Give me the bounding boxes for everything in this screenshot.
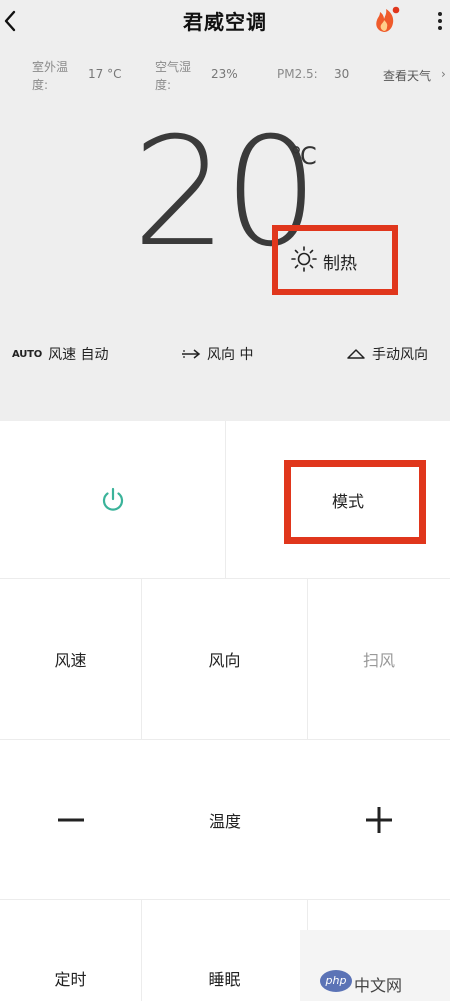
humidity-label: 空气湿度: xyxy=(155,60,192,92)
fire-button[interactable] xyxy=(371,4,401,34)
more-button[interactable] xyxy=(430,8,450,34)
temperature-unit: ℃ xyxy=(290,142,317,170)
power-icon xyxy=(102,487,123,511)
temp-down-button[interactable] xyxy=(0,740,142,900)
pm25-label: PM2.5: xyxy=(277,67,318,81)
sleep-button[interactable]: 睡眠 xyxy=(142,900,308,1001)
temp-up-button[interactable] xyxy=(308,740,450,900)
arrow-right-icon xyxy=(182,349,201,359)
wind-direction-button-label: 风向 xyxy=(208,651,241,670)
timer-button[interactable]: 定时 xyxy=(0,900,142,1001)
manual-direction-status: 手动风向 xyxy=(346,344,428,364)
fan-speed-status: AUTO 风速 自动 xyxy=(12,344,109,364)
sweep-button[interactable]: 扫风 xyxy=(308,579,450,740)
timer-button-label: 定时 xyxy=(54,970,87,989)
manual-direction-text: 手动风向 xyxy=(372,347,428,363)
watermark-text: 中文网 xyxy=(354,976,403,995)
fire-icon xyxy=(376,6,400,32)
manual-direction-icon xyxy=(347,349,365,359)
weather-info-row: 室外温度: 17 °C 空气湿度: 23% PM2.5: 30 查看天气 › xyxy=(0,58,450,94)
temperature-button-label: 温度 xyxy=(208,811,241,831)
fan-speed-button[interactable]: 风速 xyxy=(0,579,142,740)
wind-direction-text: 风向 中 xyxy=(207,347,254,363)
wind-direction-status: 风向 中 xyxy=(181,344,253,364)
temperature-label-cell: 温度 xyxy=(142,740,308,900)
power-button[interactable] xyxy=(0,421,226,579)
outdoor-temp-value: 17 °C xyxy=(88,67,122,81)
outdoor-temp-label: 室外温度: xyxy=(32,60,69,92)
wind-direction-button[interactable]: 风向 xyxy=(142,579,308,740)
minus-icon xyxy=(58,818,84,821)
sweep-button-label: 扫风 xyxy=(362,651,395,670)
humidity-value: 23% xyxy=(211,67,238,81)
current-mode-label: 制热 xyxy=(323,254,357,274)
fan-speed-text: 风速 自动 xyxy=(48,347,109,363)
mode-button-label: 模式 xyxy=(331,491,364,511)
view-weather-link[interactable]: 查看天气 xyxy=(383,67,431,84)
status-row: AUTO 风速 自动 风向 中 手动风向 xyxy=(0,344,450,368)
pm25-value: 30 xyxy=(334,67,350,81)
chevron-right-icon: › xyxy=(441,67,446,81)
header: 君威空调 xyxy=(0,0,450,42)
mode-button[interactable]: 模式 xyxy=(226,421,450,579)
fan-speed-button-label: 风速 xyxy=(54,651,87,670)
sleep-button-label: 睡眠 xyxy=(208,970,241,989)
auto-icon: AUTO xyxy=(12,348,43,360)
plus-icon xyxy=(366,806,392,833)
php-logo: php xyxy=(320,970,352,992)
sun-icon xyxy=(291,246,317,272)
more-vertical-icon xyxy=(438,12,442,30)
